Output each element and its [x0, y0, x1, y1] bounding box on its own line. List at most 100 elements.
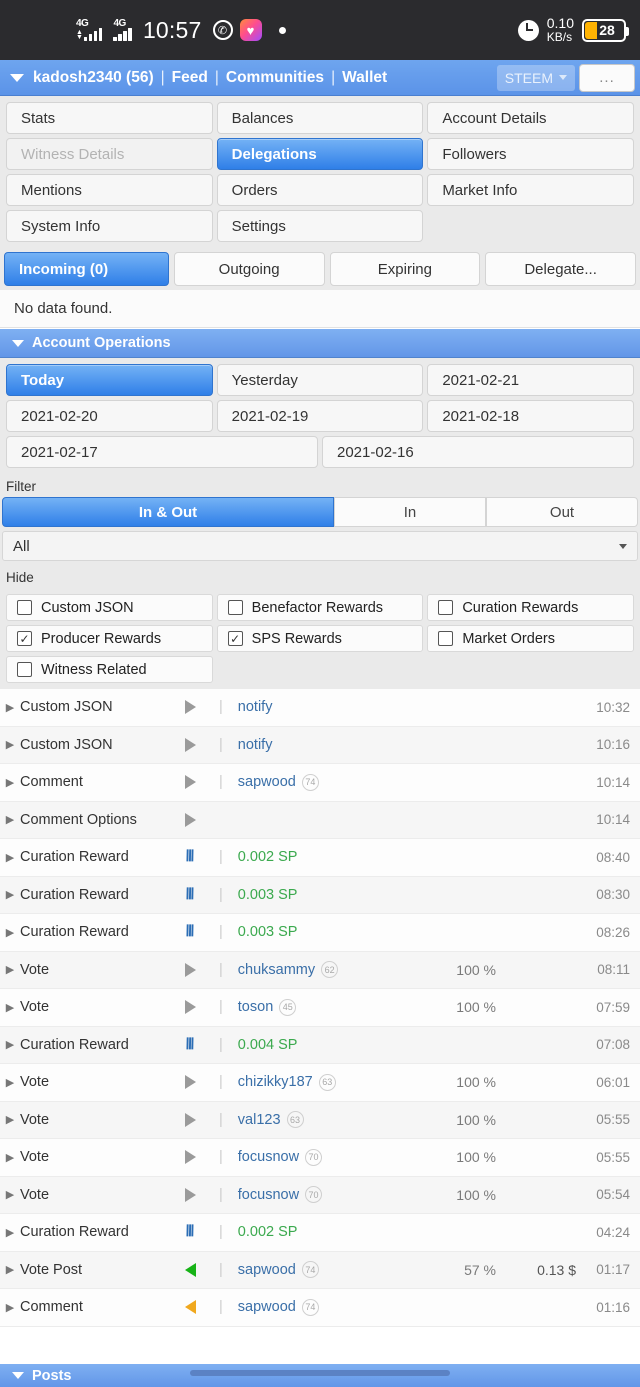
checkbox-unchecked-icon[interactable]	[227, 600, 243, 615]
hide-checkbox-market-orders[interactable]: Market Orders	[427, 625, 634, 652]
chevron-right-icon[interactable]: ▶	[0, 1226, 20, 1239]
more-menu-button[interactable]: ...	[579, 63, 635, 92]
chevron-right-icon[interactable]: ▶	[0, 888, 20, 901]
direction-filter-in-out[interactable]: In & Out	[2, 497, 334, 527]
delegation-tab-delegate[interactable]: Delegate...	[485, 252, 636, 286]
operation-user-link[interactable]: notify	[238, 737, 273, 753]
account-name-link[interactable]: kadosh2340 (56)	[33, 69, 154, 87]
chevron-right-icon[interactable]: ▶	[0, 963, 20, 976]
operation-row[interactable]: ▶ Curation Reward \\\ | 0.003 SP 08:30	[0, 876, 640, 914]
operation-row[interactable]: ▶ Curation Reward \\\ | 0.004 SP 07:08	[0, 1026, 640, 1064]
hide-checkbox-curation-rewards[interactable]: Curation Rewards	[427, 594, 634, 621]
chevron-right-icon[interactable]: ▶	[0, 1001, 20, 1014]
chevron-right-icon[interactable]: ▶	[0, 1301, 20, 1314]
checkbox-unchecked-icon[interactable]	[17, 600, 32, 615]
delegation-tab-expiring[interactable]: Expiring	[329, 252, 481, 286]
chevron-right-icon[interactable]: ▶	[0, 1113, 20, 1126]
direction-filter-out[interactable]: Out	[486, 497, 638, 527]
operation-row[interactable]: ▶ Curation Reward \\\ | 0.002 SP 08:40	[0, 839, 640, 877]
operation-row[interactable]: ▶ Vote | chuksammy 62 100 % 08:11	[0, 951, 640, 989]
hide-filter-panel: Custom JSON Benefactor Rewards Curation Re…	[0, 588, 640, 689]
operation-user-link[interactable]: sapwood	[238, 774, 296, 790]
operation-amount: 0.002 SP	[237, 1224, 298, 1241]
posts-section-header[interactable]: Posts	[0, 1363, 640, 1387]
chevron-right-icon[interactable]: ▶	[0, 701, 20, 714]
operation-row[interactable]: ▶ Curation Reward \\\ | 0.002 SP 04:24	[0, 1214, 640, 1252]
operation-user-link[interactable]: sapwood	[238, 1262, 296, 1278]
hide-checkbox-producer-rewards[interactable]: ✓ Producer Rewards	[6, 625, 213, 652]
date-tile-yesterday[interactable]: Yesterday	[216, 364, 424, 396]
operation-type-select[interactable]: All	[2, 531, 638, 561]
scrollbar-handle[interactable]	[190, 1370, 450, 1376]
operation-user-link[interactable]: val123	[238, 1112, 281, 1128]
nav-link-wallet[interactable]: Wallet	[342, 69, 387, 87]
operation-user-link[interactable]: sapwood	[238, 1299, 296, 1315]
section-tile-stats[interactable]: Stats	[6, 102, 213, 134]
chevron-down-icon[interactable]	[10, 73, 24, 82]
chevron-right-icon[interactable]: ▶	[0, 1076, 20, 1089]
hide-checkbox-sps-rewards[interactable]: ✓ SPS Rewards	[216, 625, 424, 652]
section-tile-mentions[interactable]: Mentions	[6, 174, 213, 206]
chevron-right-icon[interactable]: ▶	[0, 926, 20, 939]
date-tile-2021-02-18[interactable]: 2021-02-18	[427, 400, 634, 432]
section-tile-balances[interactable]: Balances	[216, 102, 424, 134]
section-tile-followers[interactable]: Followers	[427, 138, 634, 170]
chevron-right-icon[interactable]: ▶	[0, 1038, 20, 1051]
section-tile-orders[interactable]: Orders	[216, 174, 424, 206]
operation-row[interactable]: ▶ Vote | focusnow 70 100 % 05:55	[0, 1139, 640, 1177]
operation-user-link[interactable]: chizikky187	[238, 1074, 313, 1090]
checkbox-checked-icon[interactable]: ✓	[227, 631, 243, 646]
operation-row[interactable]: ▶ Vote | val123 63 100 % 05:55	[0, 1101, 640, 1139]
hide-checkbox-custom-json[interactable]: Custom JSON	[6, 594, 213, 621]
section-tile-system-info[interactable]: System Info	[6, 210, 213, 242]
chain-selector[interactable]: STEEM	[496, 64, 575, 91]
date-tile-2021-02-19[interactable]: 2021-02-19	[216, 400, 424, 432]
nav-link-feed[interactable]: Feed	[172, 69, 208, 87]
operation-row[interactable]: ▶ Custom JSON | notify 10:32	[0, 689, 640, 727]
delegation-tab-incoming-0[interactable]: Incoming (0)	[4, 252, 169, 286]
operation-row[interactable]: ▶ Comment | sapwood 74 01:16	[0, 1289, 640, 1327]
chevron-right-icon[interactable]: ▶	[0, 738, 20, 751]
date-tile-2021-02-16[interactable]: 2021-02-16	[322, 436, 634, 468]
operation-row[interactable]: ▶ Curation Reward \\\ | 0.003 SP 08:26	[0, 914, 640, 952]
operation-user-link[interactable]: toson	[238, 999, 273, 1015]
date-tile-today[interactable]: Today	[6, 364, 213, 396]
hide-checkbox-benefactor-rewards[interactable]: Benefactor Rewards	[216, 594, 424, 621]
chevron-right-icon[interactable]: ▶	[0, 776, 20, 789]
section-tile-settings[interactable]: Settings	[216, 210, 424, 242]
chevron-right-icon[interactable]: ▶	[0, 851, 20, 864]
checkbox-unchecked-icon[interactable]	[438, 600, 454, 615]
section-tile-market-info[interactable]: Market Info	[427, 174, 634, 206]
checkbox-unchecked-icon[interactable]	[438, 631, 454, 646]
date-tile-2021-02-20[interactable]: 2021-02-20	[6, 400, 213, 432]
operation-row[interactable]: ▶ Vote | toson 45 100 % 07:59	[0, 989, 640, 1027]
direction-filter-in[interactable]: In	[334, 497, 486, 527]
operation-user-link[interactable]: focusnow	[238, 1149, 299, 1165]
operation-user-link[interactable]: focusnow	[238, 1187, 299, 1203]
operation-row[interactable]: ▶ Custom JSON | notify 10:16	[0, 726, 640, 764]
delegation-tab-outgoing[interactable]: Outgoing	[173, 252, 325, 286]
operation-user-link[interactable]: notify	[238, 699, 273, 715]
operation-row[interactable]: ▶ Vote Post | sapwood 74 57 % 0.13 $ 01:17	[0, 1251, 640, 1289]
section-tile-account-details[interactable]: Account Details	[427, 102, 634, 134]
chevron-right-icon[interactable]: ▶	[0, 1151, 20, 1164]
chevron-right-icon[interactable]: ▶	[0, 1263, 20, 1276]
operation-row[interactable]: ▶ Comment | sapwood 74 10:14	[0, 764, 640, 802]
date-tile-2021-02-21[interactable]: 2021-02-21	[427, 364, 634, 396]
operation-row[interactable]: ▶ Comment Options 10:14	[0, 801, 640, 839]
section-tile-delegations[interactable]: Delegations	[216, 138, 424, 170]
hide-checkbox-witness-related[interactable]: Witness Related	[6, 656, 213, 683]
checkbox-checked-icon[interactable]: ✓	[17, 631, 32, 646]
operation-user-link[interactable]: chuksammy	[238, 962, 315, 978]
operation-amount: 0.003 SP	[237, 886, 298, 903]
account-operations-header[interactable]: Account Operations	[0, 328, 640, 358]
tile-label: Balances	[231, 109, 294, 127]
nav-link-communities[interactable]: Communities	[226, 69, 324, 87]
date-tile-2021-02-17[interactable]: 2021-02-17	[6, 436, 318, 468]
operation-row[interactable]: ▶ Vote | chizikky187 63 100 % 06:01	[0, 1064, 640, 1102]
operation-direction-icon	[185, 1262, 219, 1277]
checkbox-unchecked-icon[interactable]	[17, 662, 32, 677]
chevron-right-icon[interactable]: ▶	[0, 813, 20, 826]
operation-row[interactable]: ▶ Vote | focusnow 70 100 % 05:54	[0, 1176, 640, 1214]
chevron-right-icon[interactable]: ▶	[0, 1188, 20, 1201]
